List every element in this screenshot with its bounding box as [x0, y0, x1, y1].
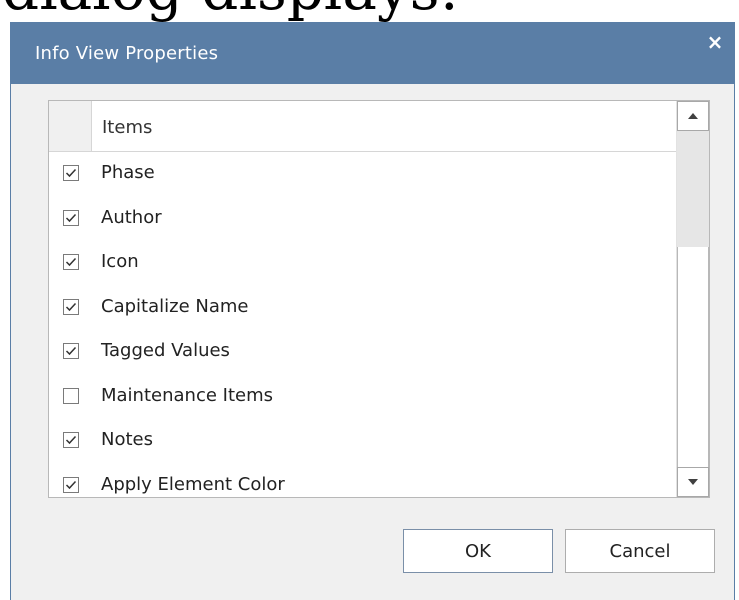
vertical-scrollbar[interactable] — [676, 101, 709, 497]
item-label: Tagged Values — [101, 340, 230, 361]
column-header-items[interactable]: Items — [102, 117, 152, 138]
scroll-up-button[interactable] — [677, 101, 709, 131]
items-list: Items Phase Author Icon Capitalize Name … — [48, 100, 710, 498]
ok-button[interactable]: OK — [403, 529, 553, 573]
list-item[interactable]: Notes — [49, 419, 678, 464]
checkmark-icon — [65, 346, 77, 356]
arrow-down-icon — [688, 479, 698, 485]
item-checkbox[interactable] — [63, 298, 79, 315]
dialog-titlebar[interactable]: Info View Properties × — [11, 23, 734, 84]
checkmark-icon — [65, 302, 77, 311]
list-item[interactable]: Author — [49, 197, 678, 242]
cancel-button[interactable]: Cancel — [565, 529, 715, 573]
item-checkbox[interactable] — [63, 432, 79, 448]
close-button[interactable]: × — [700, 27, 730, 57]
item-checkbox[interactable] — [63, 254, 79, 270]
item-label: Icon — [101, 251, 139, 272]
arrow-up-icon — [688, 113, 698, 119]
dialog-title: Info View Properties — [35, 43, 219, 64]
item-label: Notes — [101, 429, 153, 450]
list-item[interactable]: Apply Element Color — [49, 464, 678, 509]
item-label: Apply Element Color — [101, 473, 285, 495]
scroll-track[interactable] — [677, 247, 709, 467]
screenshot: dialog displays: Info View Properties × … — [0, 0, 739, 600]
item-checkbox[interactable] — [63, 209, 79, 226]
item-checkbox[interactable] — [63, 387, 79, 404]
close-icon: × — [706, 30, 724, 54]
scroll-down-button[interactable] — [677, 467, 709, 497]
item-label: Maintenance Items — [101, 384, 273, 406]
list-header: Items — [49, 101, 678, 152]
item-label: Capitalize Name — [101, 295, 249, 317]
checkmark-icon — [65, 168, 77, 178]
item-label: Author — [101, 206, 162, 228]
checkmark-icon — [65, 480, 77, 489]
list-item[interactable]: Tagged Values — [49, 330, 678, 375]
item-label: Phase — [101, 162, 155, 183]
checkmark-icon — [65, 435, 77, 445]
list-item[interactable]: Icon — [49, 241, 678, 286]
list-item[interactable]: Phase — [49, 152, 678, 197]
checkmark-icon — [65, 257, 77, 267]
item-checkbox[interactable] — [63, 476, 79, 493]
list-item[interactable]: Capitalize Name — [49, 286, 678, 331]
document-text: dialog displays: — [2, 0, 459, 18]
list-item[interactable]: Maintenance Items — [49, 375, 678, 420]
scroll-thumb[interactable] — [677, 131, 709, 247]
info-view-properties-dialog: Info View Properties × Items Phase Autho… — [10, 22, 735, 600]
item-checkbox[interactable] — [63, 343, 79, 359]
list-rows: Phase Author Icon Capitalize Name Tagged… — [49, 152, 678, 508]
header-checkbox-column — [49, 101, 92, 151]
item-checkbox[interactable] — [63, 165, 79, 181]
checkmark-icon — [65, 213, 77, 222]
